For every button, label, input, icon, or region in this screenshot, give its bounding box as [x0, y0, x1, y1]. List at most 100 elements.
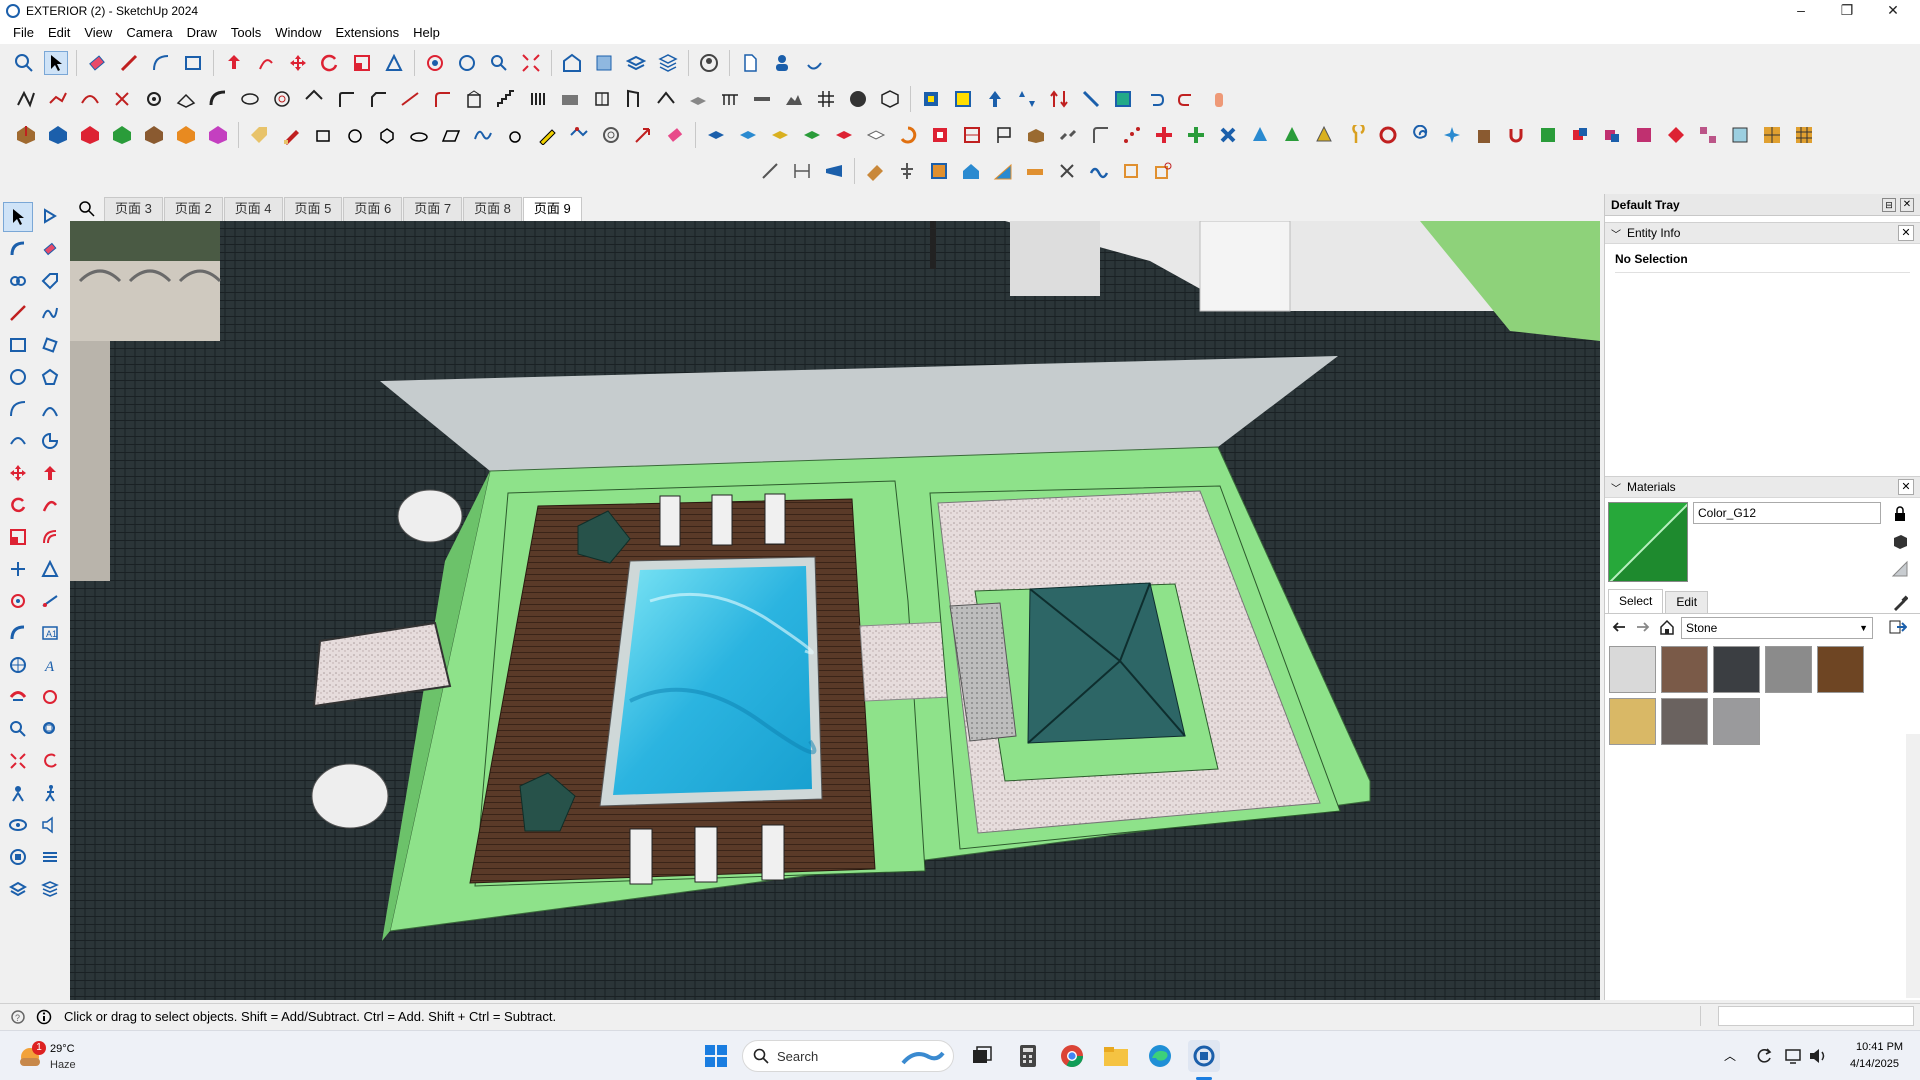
- layers-icon[interactable]: [624, 51, 648, 75]
- flat-cyan-tile-icon[interactable]: [736, 123, 760, 147]
- geo-location-icon[interactable]: ?: [10, 1009, 26, 1025]
- place-blue-icon[interactable]: [46, 123, 70, 147]
- house-icon[interactable]: [959, 159, 983, 183]
- two-point-arc-icon[interactable]: [35, 394, 65, 424]
- tray-close-icon[interactable]: ✕: [1900, 197, 1914, 212]
- cone-icon[interactable]: [1248, 123, 1272, 147]
- volume-icon[interactable]: [1808, 1046, 1828, 1066]
- arc-tool-icon[interactable]: [149, 51, 173, 75]
- zoom-window-tool-icon[interactable]: [35, 714, 65, 744]
- crate-icon[interactable]: [927, 159, 951, 183]
- chamfer-icon[interactable]: [366, 87, 390, 111]
- wire-rect-icon[interactable]: [311, 123, 335, 147]
- paint-icon[interactable]: [3, 234, 33, 264]
- place-orange-icon[interactable]: [174, 123, 198, 147]
- details-arrow-icon[interactable]: [1889, 619, 1908, 637]
- sample-paint-icon[interactable]: [1891, 560, 1909, 578]
- text-icon[interactable]: [3, 618, 33, 648]
- offset-icon[interactable]: [35, 522, 65, 552]
- material-swatch[interactable]: [1817, 646, 1864, 693]
- component-swap-icon[interactable]: [1568, 123, 1592, 147]
- arc-icon[interactable]: [3, 394, 33, 424]
- tray-pin-icon[interactable]: ⊟: [1882, 197, 1896, 212]
- grid-icon[interactable]: [814, 87, 838, 111]
- place-brown-icon[interactable]: [142, 123, 166, 147]
- arrange-icon[interactable]: [1015, 87, 1039, 111]
- lasso-select-icon[interactable]: [35, 202, 65, 232]
- tree-icon[interactable]: [895, 159, 919, 183]
- flat-yellow-tile-icon[interactable]: [768, 123, 792, 147]
- ruler-icon[interactable]: [863, 159, 887, 183]
- materials-tab-edit[interactable]: Edit: [1665, 591, 1709, 613]
- slope-icon[interactable]: [991, 159, 1015, 183]
- account-icon[interactable]: [697, 51, 721, 75]
- scissors-icon[interactable]: [1055, 159, 1079, 183]
- scene-tab-4[interactable]: 页面 4: [223, 197, 283, 221]
- wall-icon[interactable]: [558, 87, 582, 111]
- section-plane-icon[interactable]: [919, 87, 943, 111]
- move-tool-icon[interactable]: [286, 51, 310, 75]
- plus-green-icon[interactable]: [1184, 123, 1208, 147]
- circle-icon[interactable]: [3, 362, 33, 392]
- material-name-input[interactable]: [1693, 502, 1881, 524]
- flag-icon[interactable]: [992, 123, 1016, 147]
- forward-arrow-icon[interactable]: [1635, 619, 1651, 635]
- walk-icon[interactable]: [35, 778, 65, 808]
- wire-circle-small-icon[interactable]: [503, 123, 527, 147]
- wave-icon[interactable]: [1087, 159, 1111, 183]
- taskbar-search[interactable]: Search: [742, 1040, 954, 1072]
- freehand-icon[interactable]: [35, 298, 65, 328]
- pan-icon[interactable]: [455, 51, 479, 75]
- frame-cyan-icon[interactable]: [1728, 123, 1752, 147]
- chain-icon[interactable]: [1056, 123, 1080, 147]
- line-slant-icon[interactable]: [758, 159, 782, 183]
- menu-edit[interactable]: Edit: [41, 22, 77, 44]
- dimension-icon[interactable]: [790, 159, 814, 183]
- frame-orange-icon[interactable]: [1119, 159, 1143, 183]
- eyedropper-icon[interactable]: [1892, 595, 1910, 613]
- material-preview-swatch[interactable]: [1608, 502, 1688, 582]
- rotate-icon[interactable]: [3, 490, 33, 520]
- material-swatch[interactable]: [1765, 646, 1812, 693]
- gear-icon[interactable]: [142, 87, 166, 111]
- window-icon[interactable]: [590, 87, 614, 111]
- tag-tool-icon[interactable]: [35, 266, 65, 296]
- materials-close-icon[interactable]: ✕: [1898, 479, 1914, 495]
- stair-icon[interactable]: [494, 87, 518, 111]
- scene-tab-9[interactable]: 页面 9: [522, 197, 582, 221]
- orbit-tool-icon[interactable]: [3, 682, 33, 712]
- cone-yellow-icon[interactable]: [1312, 123, 1336, 147]
- three-point-arc-icon[interactable]: [3, 426, 33, 456]
- scene-tab-3[interactable]: 页面 3: [104, 197, 163, 221]
- select-tool-icon[interactable]: [44, 51, 68, 75]
- trim-icon[interactable]: [110, 87, 134, 111]
- pencil-yellow-icon[interactable]: [535, 123, 559, 147]
- tag-icon[interactable]: [247, 123, 271, 147]
- rectangle-tool-icon[interactable]: [181, 51, 205, 75]
- torus-icon[interactable]: [1376, 123, 1400, 147]
- 3d-text-icon[interactable]: A1: [35, 618, 65, 648]
- loft-icon[interactable]: [238, 87, 262, 111]
- wire-curve-icon[interactable]: [471, 123, 495, 147]
- undo-arc-icon[interactable]: [802, 51, 826, 75]
- grid-orange-2-icon[interactable]: [1792, 123, 1816, 147]
- component-icon[interactable]: [3, 266, 33, 296]
- layers-tool-icon[interactable]: [3, 874, 33, 904]
- flat-white-tile-icon[interactable]: [864, 123, 888, 147]
- rotated-rect-icon[interactable]: [35, 330, 65, 360]
- flat-red-tile-icon[interactable]: [832, 123, 856, 147]
- place-magenta-icon[interactable]: [206, 123, 230, 147]
- dimension-tool-icon[interactable]: [35, 586, 65, 616]
- scene-tab-2[interactable]: 页面 2: [163, 197, 223, 221]
- measure-icon[interactable]: [1079, 87, 1103, 111]
- look-around-icon[interactable]: [3, 810, 33, 840]
- back-arrow-icon[interactable]: [1611, 619, 1627, 635]
- star-icon[interactable]: [1440, 123, 1464, 147]
- sphere-icon[interactable]: [846, 87, 870, 111]
- measurements-box[interactable]: [1718, 1006, 1914, 1026]
- styles-tool-icon[interactable]: [35, 874, 65, 904]
- move-icon[interactable]: [3, 458, 33, 488]
- align-up-icon[interactable]: [983, 87, 1007, 111]
- flip-icon[interactable]: [1047, 87, 1071, 111]
- fillet-icon[interactable]: [334, 87, 358, 111]
